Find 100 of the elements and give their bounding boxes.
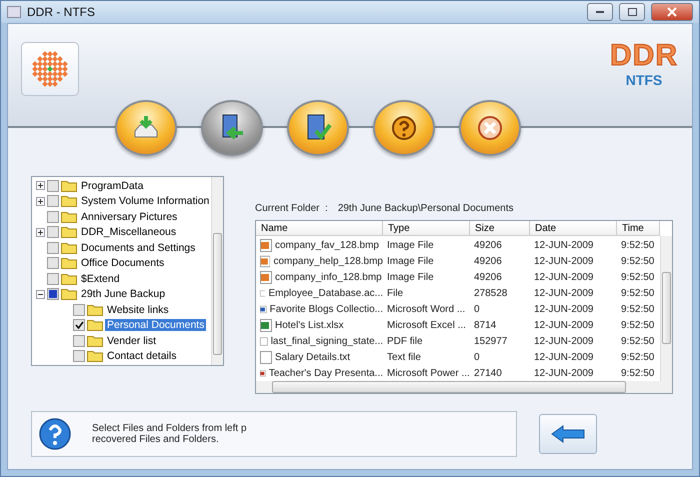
- table-cell: 12-JUN-2009: [534, 272, 594, 282]
- tree-item[interactable]: Contact details: [105, 350, 178, 362]
- tree-checkbox[interactable]: [47, 257, 59, 270]
- column-header[interactable]: Name: [256, 221, 383, 236]
- tree-item[interactable]: Documents and Settings: [79, 242, 198, 254]
- tree-item[interactable]: Personal Documents: [105, 319, 206, 332]
- table-cell: 9:52:50: [621, 288, 654, 298]
- table-cell: company_help_128.bmp: [273, 256, 383, 266]
- tree-checkbox[interactable]: [73, 350, 85, 362]
- tree-item[interactable]: Vender list: [105, 334, 158, 347]
- table-cell: 9:52:50: [621, 304, 654, 314]
- image-file-icon: [260, 270, 272, 284]
- back-button[interactable]: [539, 414, 597, 454]
- table-cell: 49206: [474, 272, 502, 282]
- table-cell: 9:52:50: [621, 336, 654, 346]
- table-cell: 9:52:50: [621, 320, 654, 330]
- table-cell: 0: [474, 352, 480, 362]
- table-cell: File: [387, 288, 404, 298]
- tree-checkbox[interactable]: [47, 226, 59, 238]
- tree-item[interactable]: DDR_Miscellaneous: [79, 226, 178, 238]
- tree-checkbox[interactable]: [47, 180, 59, 192]
- tree-checkbox[interactable]: [47, 210, 59, 223]
- window-title: DDR - NTFS: [27, 5, 96, 19]
- maximize-button[interactable]: [619, 3, 645, 21]
- save-button[interactable]: [287, 100, 349, 156]
- folder-icon: [87, 334, 103, 347]
- app-icon: [7, 6, 21, 18]
- table-cell: Image File: [387, 240, 434, 250]
- tree-item[interactable]: $Extend: [79, 272, 122, 285]
- plus-icon[interactable]: [36, 181, 45, 190]
- tree-item[interactable]: ProgramData: [79, 180, 146, 192]
- info-text: Select Files and Folders from left p: [92, 423, 247, 434]
- plus-icon[interactable]: [36, 228, 45, 237]
- table-cell: Teacher's Day Presenta...: [268, 368, 383, 378]
- folder-icon: [61, 226, 77, 238]
- brand-subtitle: NTFS: [626, 72, 662, 88]
- tree-item[interactable]: 29th June Backup: [79, 288, 168, 300]
- table-cell: 0: [474, 304, 480, 314]
- minimize-icon: [596, 11, 604, 13]
- table-cell: 9:52:50: [621, 352, 654, 362]
- table-cell: 27140: [474, 368, 502, 378]
- column-header[interactable]: Type: [383, 221, 470, 236]
- exit-button[interactable]: [459, 100, 521, 156]
- tree-item[interactable]: Office Documents: [79, 257, 166, 270]
- table-cell: 9:52:50: [621, 368, 654, 378]
- table-cell: 12-JUN-2009: [534, 304, 594, 314]
- image-file-icon: [260, 238, 272, 252]
- table-cell: 278528: [474, 288, 508, 298]
- scrollbar[interactable]: [660, 236, 672, 381]
- table-cell: 12-JUN-2009: [534, 352, 594, 362]
- plus-icon[interactable]: [36, 196, 45, 206]
- column-header[interactable]: Date: [530, 221, 617, 236]
- table-cell: Salary Details.txt: [275, 352, 350, 362]
- close-icon: [477, 115, 503, 141]
- tree-checkbox[interactable]: [47, 272, 59, 285]
- folder-icon: [61, 288, 77, 300]
- tree-checkbox[interactable]: [47, 242, 59, 254]
- export-button[interactable]: [201, 100, 263, 156]
- minus-icon[interactable]: [36, 290, 45, 299]
- tree-checkbox[interactable]: [73, 334, 85, 347]
- table-cell: 12-JUN-2009: [534, 256, 594, 266]
- table-cell: company_info_128.bmp: [275, 272, 382, 282]
- table-cell: 8714: [474, 320, 496, 330]
- folder-icon: [87, 304, 103, 316]
- table-cell: 12-JUN-2009: [534, 288, 594, 298]
- table-cell: Microsoft Word ...: [387, 304, 466, 314]
- table-cell: Favorite Blogs Collectio...: [270, 304, 383, 314]
- table-cell: 12-JUN-2009: [534, 320, 594, 330]
- folder-icon: [61, 180, 77, 192]
- table-cell: PDF file: [387, 336, 423, 346]
- folder-icon: [61, 195, 77, 208]
- recover-button[interactable]: [115, 100, 177, 156]
- column-header[interactable]: Time: [617, 221, 660, 236]
- brand-title: DDR: [610, 40, 678, 72]
- spreadsheet-icon: [260, 318, 272, 332]
- folder-icon: [87, 319, 103, 332]
- table-cell: 9:52:50: [621, 272, 654, 282]
- table-cell: Microsoft Power ...: [387, 368, 470, 378]
- table-cell: 9:52:50: [621, 256, 654, 266]
- table-cell: 12-JUN-2009: [534, 336, 594, 346]
- close-button[interactable]: [651, 3, 693, 21]
- table-cell: Employee_Database.ac...: [268, 288, 383, 298]
- table-cell: 49206: [474, 240, 502, 250]
- image-file-icon: [260, 254, 270, 268]
- tree-checkbox[interactable]: [73, 304, 85, 316]
- help-icon: [38, 417, 72, 451]
- column-header[interactable]: Size: [470, 221, 530, 236]
- tree-checkbox[interactable]: [47, 195, 59, 208]
- table-cell: Text file: [387, 352, 421, 362]
- table-cell: 49206: [474, 256, 502, 266]
- help-button[interactable]: [373, 100, 435, 156]
- minimize-button[interactable]: [587, 3, 613, 21]
- tree-checkbox[interactable]: [73, 319, 85, 332]
- tree-item[interactable]: Website links: [105, 304, 171, 316]
- close-icon: [667, 7, 677, 17]
- tree-item[interactable]: Anniversary Pictures: [79, 210, 180, 223]
- info-text: recovered Files and Folders.: [92, 434, 220, 445]
- horizontal-scrollbar[interactable]: [256, 381, 672, 393]
- tree-item[interactable]: System Volume Information: [79, 195, 212, 208]
- scrollbar[interactable]: [211, 177, 223, 365]
